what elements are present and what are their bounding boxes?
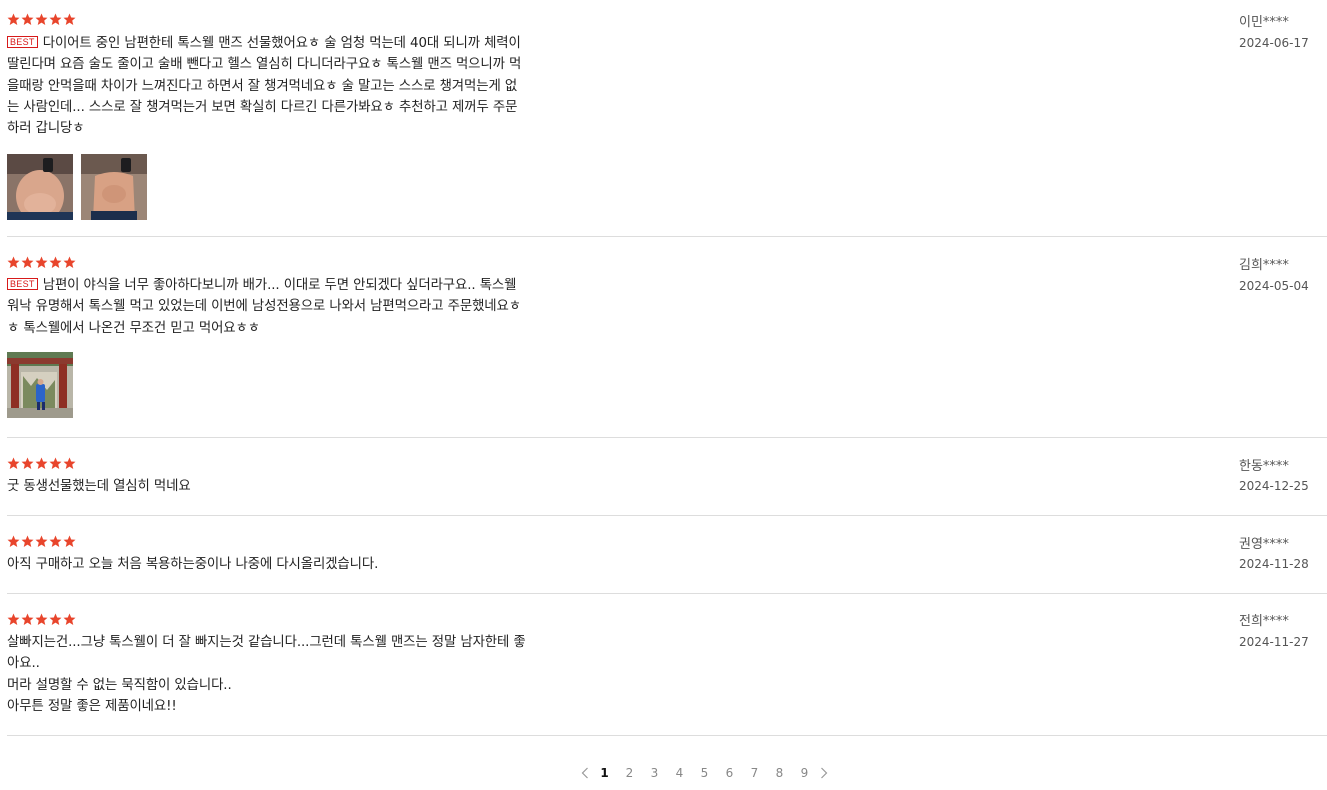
- review-date: 2024-06-17: [1239, 36, 1309, 50]
- review-text: 굿 동생선물했는데 열심히 먹네요: [7, 476, 592, 497]
- page-number-8[interactable]: 8: [767, 766, 792, 780]
- star-icon: [21, 13, 34, 29]
- star-icon: [63, 613, 76, 629]
- review-author: 한동****: [1239, 459, 1289, 474]
- page-number-9[interactable]: 9: [792, 766, 817, 780]
- star-icon: [63, 13, 76, 29]
- review-text-line: 아무튼 정말 좋은 제품이네요!!: [7, 696, 592, 717]
- review-item: BEST 다이어트 중인 남편한테 톡스웰 맨즈 선물했어요ㅎ 술 엄청 먹는데 …: [7, 0, 1327, 237]
- review-photo[interactable]: [81, 154, 147, 220]
- review-text-content: 을때랑 안먹을때 차이가 느껴진다고 하면서 잘 챙겨먹네요ㅎ 술 말고는 스스…: [7, 78, 518, 94]
- chevron-right-icon[interactable]: [817, 766, 831, 780]
- star-icon: [49, 457, 62, 473]
- star-icon: [49, 256, 62, 272]
- review-text-content: 아무튼 정말 좋은 제품이네요!!: [7, 698, 177, 714]
- star-icon: [63, 457, 76, 473]
- review-text-line: 살빠지는건...그냥 톡스웰이 더 잘 빠지는것 같습니다...그런데 톡스웰 …: [7, 632, 592, 653]
- star-rating: [7, 613, 76, 629]
- review-text-content: 아요..: [7, 656, 40, 672]
- review-text-line: 딸린다며 요즘 술도 줄이고 술배 뺀다고 헬스 열심히 다니더라구요ㅎ 톡스웰…: [7, 54, 592, 75]
- review-text-line: 워낙 유명해서 톡스웰 먹고 있었는데 이번에 남성전용으로 나와서 남편먹으라…: [7, 296, 592, 317]
- review-text: 아직 구매하고 오늘 처음 복용하는중이나 나중에 다시올리겠습니다.: [7, 554, 592, 575]
- review-text-content: 하러 갑니당ㅎ: [7, 121, 85, 137]
- review-text-line: BEST 다이어트 중인 남편한테 톡스웰 맨즈 선물했어요ㅎ 술 엄청 먹는데 …: [7, 33, 592, 54]
- star-icon: [7, 256, 20, 272]
- review-date: 2024-12-25: [1239, 479, 1309, 493]
- star-icon: [35, 256, 48, 272]
- review-author: 권영****: [1239, 537, 1289, 552]
- review-text-line: BEST 남편이 야식을 너무 좋아하다보니까 배가... 이대로 두면 안되겠다…: [7, 275, 592, 296]
- page-number-3[interactable]: 3: [642, 766, 667, 780]
- review-text-content: 머라 설명할 수 없는 묵직함이 있습니다..: [7, 677, 232, 693]
- star-icon: [7, 613, 20, 629]
- review-text-content: 다이어트 중인 남편한테 톡스웰 맨즈 선물했어요ㅎ 술 엄청 먹는데 40대 …: [42, 36, 521, 51]
- review-text-line: 아직 구매하고 오늘 처음 복용하는중이나 나중에 다시올리겠습니다.: [7, 554, 592, 575]
- best-badge: BEST: [7, 278, 38, 290]
- review-item: BEST 남편이 야식을 너무 좋아하다보니까 배가... 이대로 두면 안되겠다…: [7, 237, 1327, 438]
- review-item: 굿 동생선물했는데 열심히 먹네요 한동**** 2024-12-25: [7, 438, 1327, 516]
- review-text: 살빠지는건...그냥 톡스웰이 더 잘 빠지는것 같습니다...그런데 톡스웰 …: [7, 632, 592, 717]
- review-text: BEST 남편이 야식을 너무 좋아하다보니까 배가... 이대로 두면 안되겠다…: [7, 275, 592, 339]
- star-rating: [7, 535, 76, 551]
- review-photo[interactable]: [7, 154, 73, 220]
- page-number-5[interactable]: 5: [692, 766, 717, 780]
- review-text-content: 워낙 유명해서 톡스웰 먹고 있었는데 이번에 남성전용으로 나와서 남편먹으라…: [7, 299, 521, 315]
- review-date: 2024-11-28: [1239, 557, 1309, 571]
- star-rating: [7, 13, 76, 29]
- review-text-line: 하러 갑니당ㅎ: [7, 118, 592, 139]
- best-badge: BEST: [7, 36, 38, 48]
- star-icon: [35, 13, 48, 29]
- review-text-line: 아요..: [7, 653, 592, 674]
- chevron-left-icon[interactable]: [578, 766, 592, 780]
- review-text-content: 는 사람인데... 스스로 잘 챙겨먹는거 보면 확실히 다르긴 다른가봐요ㅎ …: [7, 99, 518, 115]
- star-icon: [21, 457, 34, 473]
- review-text-line: 머라 설명할 수 없는 묵직함이 있습니다..: [7, 675, 592, 696]
- star-icon: [49, 535, 62, 551]
- review-item: 살빠지는건...그냥 톡스웰이 더 잘 빠지는것 같습니다...그런데 톡스웰 …: [7, 594, 1327, 736]
- review-author: 김희****: [1239, 258, 1289, 273]
- star-icon: [35, 535, 48, 551]
- review-text-line: 을때랑 안먹을때 차이가 느껴진다고 하면서 잘 챙겨먹네요ㅎ 술 말고는 스스…: [7, 76, 592, 97]
- page-number-6[interactable]: 6: [717, 766, 742, 780]
- review-photos: [7, 154, 147, 220]
- review-text-line: ㅎ 톡스웰에서 나온건 무조건 믿고 먹어요ㅎㅎ: [7, 318, 592, 339]
- review-text: BEST 다이어트 중인 남편한테 톡스웰 맨즈 선물했어요ㅎ 술 엄청 먹는데 …: [7, 33, 592, 139]
- review-text-content: 딸린다며 요즘 술도 줄이고 술배 뺀다고 헬스 열심히 다니더라구요ㅎ 톡스웰…: [7, 57, 522, 73]
- star-icon: [35, 457, 48, 473]
- review-text-content: 굿 동생선물했는데 열심히 먹네요: [7, 479, 191, 494]
- review-text-content: 살빠지는건...그냥 톡스웰이 더 잘 빠지는것 같습니다...그런데 톡스웰 …: [7, 635, 526, 650]
- star-icon: [63, 256, 76, 272]
- star-icon: [7, 535, 20, 551]
- star-rating: [7, 457, 76, 473]
- star-icon: [49, 13, 62, 29]
- review-text-content: 남편이 야식을 너무 좋아하다보니까 배가... 이대로 두면 안되겠다 싶더라…: [42, 278, 517, 293]
- star-icon: [21, 256, 34, 272]
- review-item: 아직 구매하고 오늘 처음 복용하는중이나 나중에 다시올리겠습니다. 권영***…: [7, 516, 1327, 594]
- pagination: 123456789: [578, 764, 831, 782]
- star-icon: [35, 613, 48, 629]
- review-text-content: 아직 구매하고 오늘 처음 복용하는중이나 나중에 다시올리겠습니다.: [7, 557, 379, 572]
- review-author: 이민****: [1239, 15, 1289, 30]
- review-date: 2024-05-04: [1239, 279, 1309, 293]
- review-text-line: 는 사람인데... 스스로 잘 챙겨먹는거 보면 확실히 다르긴 다른가봐요ㅎ …: [7, 97, 592, 118]
- review-photo[interactable]: [7, 352, 73, 418]
- page-number-4[interactable]: 4: [667, 766, 692, 780]
- page-number-1[interactable]: 1: [592, 766, 617, 780]
- star-icon: [63, 535, 76, 551]
- star-icon: [21, 613, 34, 629]
- page-number-2[interactable]: 2: [617, 766, 642, 780]
- review-photos: [7, 352, 73, 418]
- star-rating: [7, 256, 76, 272]
- page-number-list: 123456789: [592, 766, 817, 780]
- star-icon: [21, 535, 34, 551]
- review-date: 2024-11-27: [1239, 635, 1309, 649]
- review-text-line: 굿 동생선물했는데 열심히 먹네요: [7, 476, 592, 497]
- review-text-content: ㅎ 톡스웰에서 나온건 무조건 믿고 먹어요ㅎㅎ: [7, 320, 260, 336]
- review-author: 전희****: [1239, 614, 1289, 629]
- star-icon: [7, 457, 20, 473]
- star-icon: [7, 13, 20, 29]
- page-number-7[interactable]: 7: [742, 766, 767, 780]
- star-icon: [49, 613, 62, 629]
